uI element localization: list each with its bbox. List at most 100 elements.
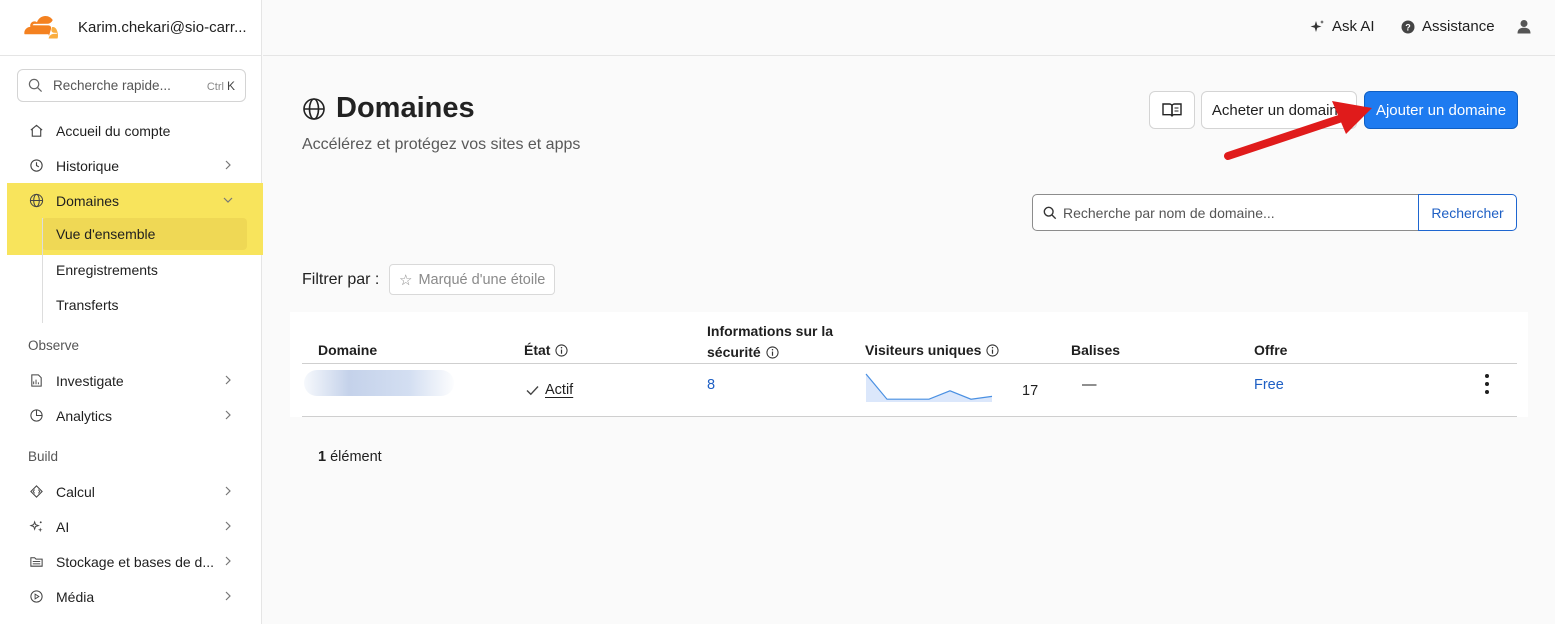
starred-filter-chip[interactable]: ☆ Marqué d'une étoile: [389, 264, 555, 295]
visitors-count: 17: [1022, 383, 1039, 399]
cloudflare-logo-icon: [24, 15, 58, 38]
compute-icon: [28, 484, 44, 500]
account-email: Karim.chekari@sio-carr...: [78, 19, 247, 36]
globe-icon: [28, 193, 44, 209]
row-divider: [302, 416, 1517, 417]
state-cell: Actif: [526, 382, 573, 398]
sidebar-item-label: Accueil du compte: [56, 122, 171, 139]
column-header-domain[interactable]: Domaine: [318, 342, 377, 358]
assistance-button[interactable]: ? Assistance: [1401, 18, 1495, 35]
ask-ai-label: Ask AI: [1332, 18, 1375, 35]
domain-name-redacted[interactable]: [304, 370, 454, 396]
page-subtitle: Accélérez et protégez vos sites et apps: [302, 136, 581, 153]
sidebar-item-investigate[interactable]: Investigate: [0, 363, 262, 398]
user-menu-button[interactable]: [1517, 19, 1538, 34]
plan-link[interactable]: Free: [1254, 377, 1284, 393]
state-value[interactable]: Actif: [545, 382, 573, 398]
sidebar-item-label: Stockage et bases de d...: [56, 553, 214, 570]
sidebar-item-compute[interactable]: Calcul: [0, 474, 262, 509]
search-button[interactable]: Rechercher: [1418, 194, 1517, 231]
column-header-visitors[interactable]: Visiteurs uniques: [865, 342, 1000, 358]
chevron-right-icon: [225, 556, 231, 566]
quick-search-placeholder: Recherche rapide...: [53, 78, 171, 93]
sidebar-item-label: Transferts: [56, 296, 119, 313]
search-icon: [1043, 206, 1057, 219]
domain-search-input[interactable]: Recherche par nom de domaine...: [1032, 194, 1419, 231]
user-icon: [1517, 20, 1531, 34]
tags-cell: —: [1082, 377, 1097, 393]
sparkle-icon: [28, 519, 44, 535]
star-icon: ☆: [399, 271, 413, 289]
chevron-right-icon: [225, 591, 231, 601]
globe-icon: [303, 97, 325, 120]
book-icon: [1162, 103, 1182, 117]
results-count: 1 élément: [318, 449, 382, 465]
security-insights-link[interactable]: 8: [707, 377, 715, 393]
help-icon: ?: [1401, 20, 1415, 33]
ask-ai-button[interactable]: Ask AI: [1309, 18, 1375, 35]
info-icon: [986, 343, 1000, 357]
analytics-icon: [28, 408, 44, 424]
top-bar: Ask AI ? Assistance: [263, 0, 1555, 56]
chevron-right-icon: [225, 486, 231, 496]
sidebar-item-domains[interactable]: Domaines: [0, 183, 262, 218]
sidebar-item-transfers[interactable]: Transferts: [42, 287, 247, 322]
domains-table: Domaine État Informations sur la sécurit…: [290, 312, 1528, 417]
submenu-guide-line: [42, 218, 43, 323]
filter-label: Filtrer par :: [302, 271, 380, 288]
column-header-security[interactable]: Informations sur la sécurité: [707, 321, 833, 363]
visitors-sparkline-area: [866, 374, 992, 402]
sidebar-item-overview[interactable]: Vue d'ensemble: [42, 218, 247, 250]
sidebar-item-label: Vue d'ensemble: [56, 226, 156, 242]
chevron-right-icon: [225, 375, 231, 385]
sidebar-item-label: Historique: [56, 157, 120, 174]
sidebar-item-media[interactable]: Média: [0, 579, 262, 614]
page-title-text: Domaines: [336, 92, 475, 124]
documentation-button[interactable]: [1149, 91, 1195, 129]
red-arrow-annotation-icon: [1224, 101, 1372, 160]
sidebar-item-label: Investigate: [56, 372, 124, 389]
section-label-observe: Observe: [28, 338, 80, 353]
quick-search-input[interactable]: Recherche rapide... Ctrl K: [17, 69, 246, 102]
sidebar-item-label: Analytics: [56, 407, 113, 424]
sidebar-item-label: Enregistrements: [56, 261, 158, 278]
header-divider: [302, 363, 1517, 364]
storage-icon: [28, 554, 44, 570]
section-label-build: Build: [28, 449, 59, 464]
media-icon: [28, 589, 44, 605]
sidebar-item-account-home[interactable]: Accueil du compte: [0, 113, 262, 148]
info-icon: [766, 346, 779, 359]
sidebar-item-history[interactable]: Historique: [0, 148, 262, 183]
chevron-down-icon: [223, 197, 233, 203]
investigate-icon: [28, 373, 44, 389]
sidebar-item-label: Média: [56, 588, 95, 605]
visitors-sparkline-line: [865, 373, 993, 400]
search-icon: [28, 78, 43, 93]
add-domain-button[interactable]: Ajouter un domaine: [1364, 91, 1518, 129]
page-title: Domaines: [302, 92, 475, 125]
sidebar-item-analytics[interactable]: Analytics: [0, 398, 262, 433]
account-switcher[interactable]: Karim.chekari@sio-carr...: [0, 0, 261, 56]
sidebar-item-label: Domaines: [56, 192, 120, 209]
domain-search-placeholder: Recherche par nom de domaine...: [1063, 204, 1275, 221]
column-header-plan[interactable]: Offre: [1254, 342, 1287, 358]
row-actions-menu-icon[interactable]: [1483, 374, 1491, 394]
check-icon: [526, 385, 539, 395]
sidebar-item-label: AI: [56, 518, 70, 535]
starred-filter-label: Marqué d'une étoile: [418, 271, 546, 288]
assistance-label: Assistance: [1422, 18, 1495, 35]
info-icon: [555, 343, 569, 357]
chevron-right-icon: [225, 410, 231, 420]
visitors-sparkline: [865, 373, 993, 402]
sidebar-item-records[interactable]: Enregistrements: [42, 252, 247, 287]
sidebar-item-ai[interactable]: AI: [0, 509, 262, 544]
column-header-state[interactable]: État: [524, 342, 569, 358]
chevron-right-icon: [225, 521, 231, 531]
sparkle-icon: [1310, 19, 1324, 32]
svg-text:?: ?: [1405, 22, 1411, 32]
chevron-right-icon: [225, 160, 231, 170]
column-header-tags[interactable]: Balises: [1071, 342, 1120, 358]
shortcut-hint: Ctrl K: [206, 78, 235, 93]
sidebar-item-storage[interactable]: Stockage et bases de d...: [0, 544, 262, 579]
sidebar-item-label: Calcul: [56, 483, 95, 500]
